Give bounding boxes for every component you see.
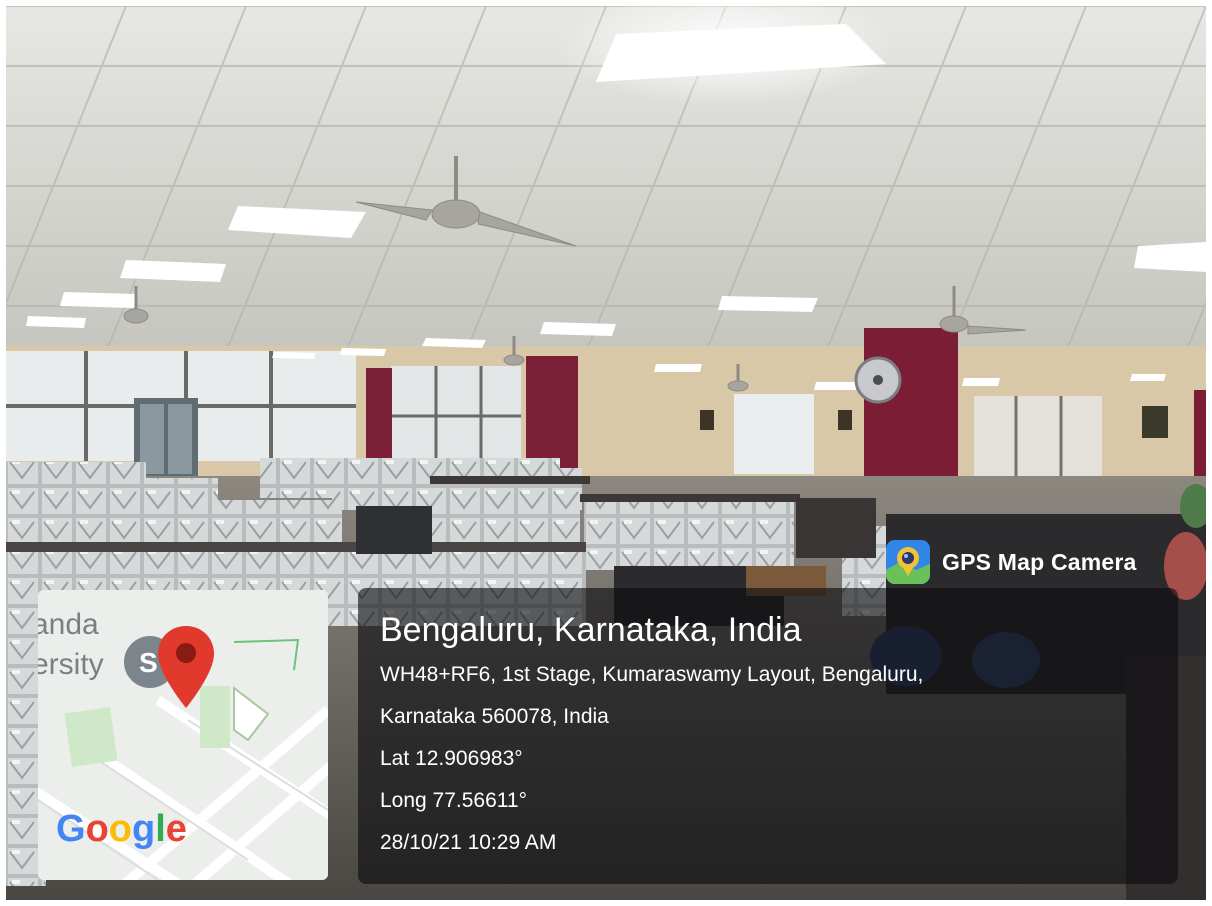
map-place-label: ersity <box>38 648 104 681</box>
map-place-label: anda <box>38 608 99 641</box>
map-thumbnail: S anda ersity Google <box>38 590 328 880</box>
window-right <box>734 394 814 474</box>
window-center <box>391 366 521 461</box>
datetime: 28/10/21 10:29 AM <box>380 831 557 854</box>
gps-map-camera-app-icon <box>886 540 930 584</box>
desk <box>356 506 432 554</box>
gps-map-camera-badge: GPS Map Camera <box>886 538 1137 586</box>
wall-fan <box>854 356 902 404</box>
pillar <box>1194 390 1206 490</box>
address-line-2: Karnataka 560078, India <box>380 705 609 728</box>
wall-frame <box>838 410 852 430</box>
longitude: Long 77.56611° <box>380 789 527 812</box>
map-pin-icon <box>158 626 214 708</box>
pillar <box>526 356 578 474</box>
address-line-1: WH48+RF6, 1st Stage, Kumaraswamy Layout,… <box>380 663 924 686</box>
wall-frame <box>700 410 714 430</box>
office-photo: GPS Map Camera S anda ersity Google Beng… <box>6 6 1206 900</box>
geotag-details: Bengaluru, Karnataka, India WH48+RF6, 1s… <box>380 606 923 864</box>
location-title: Bengaluru, Karnataka, India <box>380 611 802 649</box>
window-far-right <box>974 396 1102 486</box>
latitude: Lat 12.906983° <box>380 747 523 770</box>
pillar <box>366 368 392 468</box>
partition <box>796 498 876 558</box>
svg-text:S: S <box>139 647 158 678</box>
google-logo: Google <box>56 808 187 850</box>
wall-frame <box>1142 406 1168 438</box>
app-name: GPS Map Camera <box>942 548 1137 575</box>
